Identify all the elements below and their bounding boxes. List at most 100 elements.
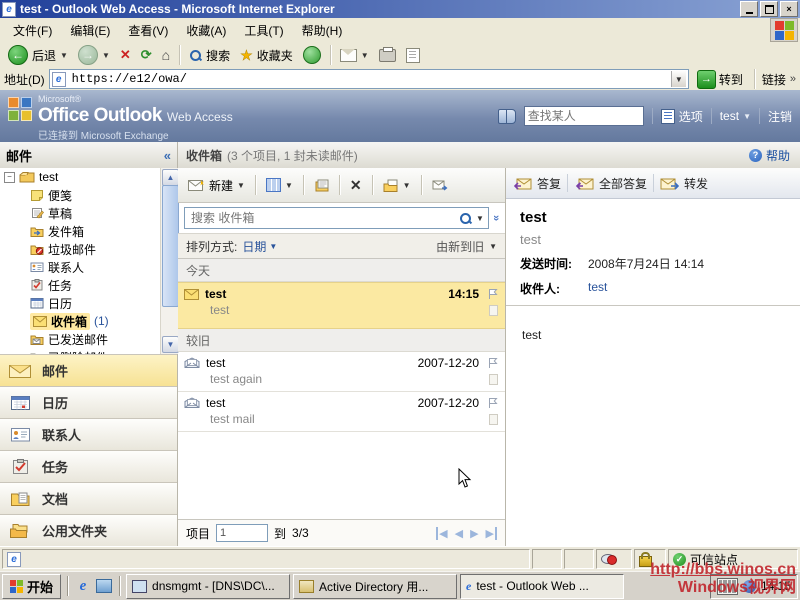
message-row[interactable]: test 2007-12-20 test again bbox=[178, 352, 505, 392]
nav-tasks[interactable]: 任务 bbox=[0, 450, 177, 482]
start-button[interactable]: 开始 bbox=[2, 574, 61, 599]
search-inbox-input[interactable] bbox=[189, 210, 455, 226]
last-page-icon[interactable]: ▶ bbox=[486, 527, 497, 540]
history-button[interactable] bbox=[299, 43, 325, 67]
address-input[interactable] bbox=[70, 71, 667, 87]
menu-edit[interactable]: 编辑(E) bbox=[61, 19, 119, 42]
go-button[interactable]: → 转到 bbox=[693, 69, 747, 89]
arrange-value[interactable]: 日期 bbox=[242, 238, 266, 255]
folder-inbox[interactable]: 收件箱 (1) bbox=[0, 312, 160, 330]
menu-tools[interactable]: 工具(T) bbox=[235, 19, 292, 42]
task-owa[interactable]: e test - Outlook Web ... bbox=[460, 574, 624, 599]
print-button[interactable] bbox=[375, 43, 400, 67]
flag-icon[interactable] bbox=[487, 397, 499, 409]
find-someone-input[interactable] bbox=[525, 107, 649, 125]
move-dropdown-icon[interactable]: ▼ bbox=[403, 181, 411, 190]
back-button[interactable]: ← 后退 ▼ bbox=[4, 43, 72, 67]
expand-search-icon[interactable]: » bbox=[490, 215, 502, 221]
user-menu[interactable]: test ▼ bbox=[720, 109, 751, 123]
address-dropdown-icon[interactable]: ▼ bbox=[671, 71, 686, 87]
flag-icon[interactable] bbox=[487, 288, 499, 300]
message-row-selected[interactable]: test 14:15 test bbox=[178, 282, 505, 329]
sort-order-button[interactable]: 由新到旧 ▼ bbox=[436, 238, 497, 255]
reply-all-button[interactable]: 全部答复 bbox=[574, 175, 647, 192]
back-dropdown-icon[interactable]: ▼ bbox=[60, 51, 68, 60]
minimize-button[interactable] bbox=[740, 1, 758, 17]
links-chevron-icon[interactable]: » bbox=[790, 73, 796, 85]
next-page-icon[interactable]: ▶ bbox=[470, 527, 478, 540]
edit-button[interactable] bbox=[402, 43, 424, 67]
new-message-button[interactable]: 新建 ▼ bbox=[184, 174, 249, 197]
group-header-older: 较旧 bbox=[178, 329, 505, 352]
menu-favorites[interactable]: 收藏(A) bbox=[177, 19, 235, 42]
search-magnifier-icon[interactable] bbox=[459, 212, 472, 225]
search-dropdown-icon[interactable]: ▼ bbox=[476, 214, 484, 223]
status-privacy-cell[interactable] bbox=[596, 549, 632, 569]
nav-mail[interactable]: 邮件 bbox=[0, 354, 177, 386]
quicklaunch-desktop-icon[interactable] bbox=[95, 577, 113, 595]
delete-button[interactable]: ✕ bbox=[346, 174, 366, 197]
mail-dropdown-icon[interactable]: ▼ bbox=[361, 51, 369, 60]
new-dropdown-icon[interactable]: ▼ bbox=[237, 181, 245, 190]
category-box[interactable] bbox=[489, 414, 498, 425]
restore-button[interactable] bbox=[760, 1, 778, 17]
tree-expander-icon[interactable]: − bbox=[4, 172, 15, 183]
arrange-dropdown-icon[interactable]: ▼ bbox=[269, 242, 277, 251]
folder-sent[interactable]: 已发送邮件 bbox=[0, 330, 160, 348]
check-messages-button[interactable] bbox=[310, 176, 333, 195]
tree-root[interactable]: − test bbox=[0, 168, 160, 186]
first-page-icon[interactable]: ◀ bbox=[436, 527, 447, 540]
nav-contacts[interactable]: 联系人 bbox=[0, 418, 177, 450]
folder-notes[interactable]: 便笺 bbox=[0, 186, 160, 204]
reading-pane: 答复 全部答复 转发 test test 发送时间: 2008年7月24 bbox=[506, 168, 800, 546]
folder-junk[interactable]: 垃圾邮件 bbox=[0, 240, 160, 258]
folder-outbox[interactable]: 发件箱 bbox=[0, 222, 160, 240]
forward-dropdown-icon[interactable]: ▼ bbox=[102, 51, 110, 60]
scroll-down-icon[interactable]: ▼ bbox=[162, 336, 179, 353]
reply-button[interactable]: 答复 bbox=[514, 175, 561, 192]
nav-calendar[interactable]: 日历 bbox=[0, 386, 177, 418]
folder-tasks[interactable]: 任务 bbox=[0, 276, 160, 294]
forward-list-button[interactable] bbox=[428, 176, 452, 195]
search-button[interactable]: 搜索 bbox=[185, 43, 234, 67]
category-box[interactable] bbox=[489, 305, 498, 316]
favorites-button[interactable]: ★ 收藏夹 bbox=[236, 43, 297, 67]
refresh-button[interactable]: ⟳ bbox=[137, 43, 156, 67]
collapse-pane-icon[interactable]: « bbox=[164, 148, 171, 163]
task-dnsmgmt[interactable]: dnsmgmt - [DNS\DC\... bbox=[126, 574, 290, 599]
links-label[interactable]: 链接 bbox=[762, 71, 786, 88]
folder-contacts[interactable]: 联系人 bbox=[0, 258, 160, 276]
close-button[interactable]: × bbox=[780, 1, 798, 17]
view-dropdown-icon[interactable]: ▼ bbox=[285, 181, 293, 190]
menu-view[interactable]: 查看(V) bbox=[119, 19, 177, 42]
folder-calendar[interactable]: 日历 bbox=[0, 294, 160, 312]
window-titlebar[interactable]: e test - Outlook Web Access - Microsoft … bbox=[0, 0, 800, 18]
tree-scrollbar[interactable]: ▲ ▼ bbox=[160, 168, 178, 354]
stop-button[interactable]: ✕ bbox=[116, 43, 135, 67]
move-button[interactable]: ▼ bbox=[379, 176, 415, 195]
signout-button[interactable]: 注销 bbox=[768, 108, 792, 125]
mail-button[interactable]: ▼ bbox=[336, 43, 373, 67]
pager-current-input[interactable] bbox=[216, 524, 268, 542]
menu-help[interactable]: 帮助(H) bbox=[293, 19, 352, 42]
forward-button[interactable]: → ▼ bbox=[74, 43, 114, 67]
options-button[interactable]: 选项 bbox=[661, 108, 703, 125]
help-link[interactable]: ? 帮助 bbox=[749, 147, 800, 164]
prev-page-icon[interactable]: ◀ bbox=[455, 527, 463, 540]
scroll-up-icon[interactable]: ▲ bbox=[162, 169, 179, 186]
folder-drafts[interactable]: 草稿 bbox=[0, 204, 160, 222]
category-box[interactable] bbox=[489, 374, 498, 385]
menu-file[interactable]: 文件(F) bbox=[4, 19, 61, 42]
scroll-thumb[interactable] bbox=[162, 185, 179, 307]
home-button[interactable]: ⌂ bbox=[158, 43, 174, 67]
task-active-directory[interactable]: Active Directory 用... bbox=[293, 574, 457, 599]
to-value[interactable]: test bbox=[588, 280, 607, 297]
message-row[interactable]: test 2007-12-20 test mail bbox=[178, 392, 505, 432]
brand-suffix: Web Access bbox=[167, 110, 233, 124]
view-button[interactable]: ▼ bbox=[262, 175, 297, 195]
nav-public-folders[interactable]: 公用文件夹 bbox=[0, 514, 177, 546]
flag-icon[interactable] bbox=[487, 357, 499, 369]
forward-button-reading[interactable]: 转发 bbox=[660, 175, 708, 192]
nav-documents[interactable]: 文档 bbox=[0, 482, 177, 514]
quicklaunch-ie-icon[interactable]: e bbox=[74, 577, 92, 595]
